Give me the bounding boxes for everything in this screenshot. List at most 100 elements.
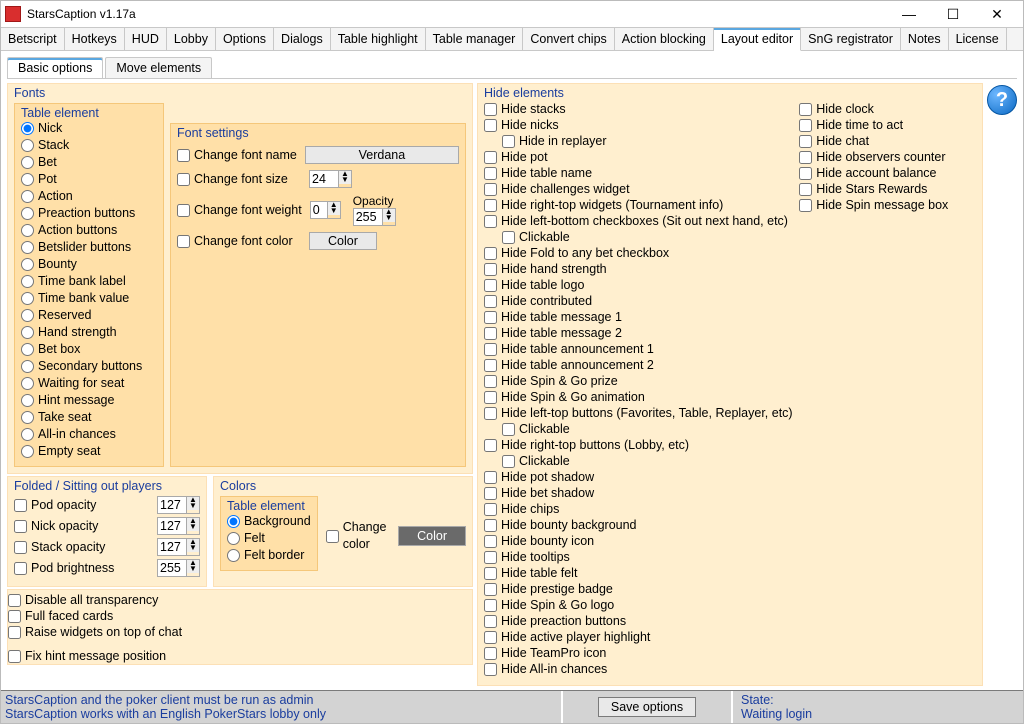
- hide-check-hide-spin-message-box[interactable]: Hide Spin message box: [799, 197, 976, 213]
- hide-check-hide-spin-go-animation[interactable]: Hide Spin & Go animation: [484, 389, 793, 405]
- table-element-radio-secondary-buttons[interactable]: Secondary buttons: [21, 358, 157, 375]
- table-element-radio-betslider-buttons[interactable]: Betslider buttons: [21, 239, 157, 256]
- hide-check-hide-right-top-widgets-tournament-info-[interactable]: Hide right-top widgets (Tournament info): [484, 197, 793, 213]
- main-tab-license[interactable]: License: [949, 28, 1007, 50]
- hide-check-hide-all-in-chances[interactable]: Hide All-in chances: [484, 661, 793, 677]
- hide-check-clickable[interactable]: Clickable: [502, 453, 793, 469]
- color-element-radio-felt[interactable]: Felt: [227, 530, 311, 547]
- hide-check-hide-bounty-background[interactable]: Hide bounty background: [484, 517, 793, 533]
- main-tab-table-highlight[interactable]: Table highlight: [331, 28, 426, 50]
- hide-check-hide-table-announcement-2[interactable]: Hide table announcement 2: [484, 357, 793, 373]
- minimize-button[interactable]: —: [887, 1, 931, 27]
- table-element-radio-action-buttons[interactable]: Action buttons: [21, 222, 157, 239]
- table-element-radio-take-seat[interactable]: Take seat: [21, 409, 157, 426]
- hide-check-hide-spin-go-prize[interactable]: Hide Spin & Go prize: [484, 373, 793, 389]
- main-tab-hud[interactable]: HUD: [125, 28, 167, 50]
- sub-tab-basic-options[interactable]: Basic options: [7, 57, 103, 78]
- stack-opacity-spin[interactable]: ▲▼: [157, 538, 200, 556]
- hide-check-hide-fold-to-any-bet-checkbox[interactable]: Hide Fold to any bet checkbox: [484, 245, 793, 261]
- hide-check-hide-prestige-badge[interactable]: Hide prestige badge: [484, 581, 793, 597]
- main-tab-betscript[interactable]: Betscript: [1, 28, 65, 50]
- hide-check-hide-hand-strength[interactable]: Hide hand strength: [484, 261, 793, 277]
- font-size-spin[interactable]: ▲▼: [309, 170, 352, 188]
- font-weight-spin[interactable]: ▲▼: [310, 201, 341, 219]
- main-tab-options[interactable]: Options: [216, 28, 274, 50]
- main-tab-lobby[interactable]: Lobby: [167, 28, 216, 50]
- hide-check-hide-nicks[interactable]: Hide nicks: [484, 117, 793, 133]
- stack-opacity-check[interactable]: Stack opacity: [14, 540, 105, 554]
- hide-check-hide-left-bottom-checkboxes-sit-out-next-hand-etc-[interactable]: Hide left-bottom checkboxes (Sit out nex…: [484, 213, 793, 229]
- hide-check-hide-account-balance[interactable]: Hide account balance: [799, 165, 976, 181]
- full-faced-check[interactable]: Full faced cards: [8, 608, 472, 624]
- change-font-name-check[interactable]: Change font name: [177, 147, 297, 164]
- table-element-radio-bet-box[interactable]: Bet box: [21, 341, 157, 358]
- table-element-radio-time-bank-label[interactable]: Time bank label: [21, 273, 157, 290]
- hide-check-hide-contributed[interactable]: Hide contributed: [484, 293, 793, 309]
- hide-check-hide-clock[interactable]: Hide clock: [799, 101, 976, 117]
- main-tab-action-blocking[interactable]: Action blocking: [615, 28, 714, 50]
- pod-opacity-check[interactable]: Pod opacity: [14, 498, 96, 512]
- pod-opacity-spin[interactable]: ▲▼: [157, 496, 200, 514]
- hide-check-hide-bet-shadow[interactable]: Hide bet shadow: [484, 485, 793, 501]
- main-tab-hotkeys[interactable]: Hotkeys: [65, 28, 125, 50]
- hide-check-hide-chat[interactable]: Hide chat: [799, 133, 976, 149]
- color-element-radio-background[interactable]: Background: [227, 513, 311, 530]
- hide-check-hide-stacks[interactable]: Hide stacks: [484, 101, 793, 117]
- hide-check-hide-chips[interactable]: Hide chips: [484, 501, 793, 517]
- hide-check-hide-bounty-icon[interactable]: Hide bounty icon: [484, 533, 793, 549]
- table-element-radio-bounty[interactable]: Bounty: [21, 256, 157, 273]
- main-tab-table-manager[interactable]: Table manager: [426, 28, 524, 50]
- hide-check-hide-pot-shadow[interactable]: Hide pot shadow: [484, 469, 793, 485]
- hide-check-hide-pot[interactable]: Hide pot: [484, 149, 793, 165]
- table-element-radio-stack[interactable]: Stack: [21, 137, 157, 154]
- maximize-button[interactable]: ☐: [931, 1, 975, 27]
- hide-check-hide-right-top-buttons-lobby-etc-[interactable]: Hide right-top buttons (Lobby, etc): [484, 437, 793, 453]
- opacity-spin[interactable]: ▲▼: [353, 208, 396, 226]
- table-element-radio-all-in-chances[interactable]: All-in chances: [21, 426, 157, 443]
- main-tab-convert-chips[interactable]: Convert chips: [523, 28, 614, 50]
- table-element-radio-preaction-buttons[interactable]: Preaction buttons: [21, 205, 157, 222]
- pod-brightness-spin[interactable]: ▲▼: [157, 559, 200, 577]
- table-element-radio-empty-seat[interactable]: Empty seat: [21, 443, 157, 460]
- hide-check-hide-table-announcement-1[interactable]: Hide table announcement 1: [484, 341, 793, 357]
- raise-widgets-check[interactable]: Raise widgets on top of chat: [8, 624, 472, 640]
- save-options-button[interactable]: Save options: [598, 697, 696, 717]
- hide-check-hide-table-name[interactable]: Hide table name: [484, 165, 793, 181]
- hide-check-clickable[interactable]: Clickable: [502, 229, 793, 245]
- hide-check-hide-in-replayer[interactable]: Hide in replayer: [502, 133, 793, 149]
- hide-check-hide-left-top-buttons-favorites-table-replayer-etc-[interactable]: Hide left-top buttons (Favorites, Table,…: [484, 405, 793, 421]
- hide-check-hide-observers-counter[interactable]: Hide observers counter: [799, 149, 976, 165]
- main-tab-notes[interactable]: Notes: [901, 28, 949, 50]
- main-tab-layout-editor[interactable]: Layout editor: [714, 28, 801, 51]
- hide-check-hide-time-to-act[interactable]: Hide time to act: [799, 117, 976, 133]
- table-element-radio-pot[interactable]: Pot: [21, 171, 157, 188]
- hide-check-hide-preaction-buttons[interactable]: Hide preaction buttons: [484, 613, 793, 629]
- main-tab-dialogs[interactable]: Dialogs: [274, 28, 331, 50]
- hide-check-hide-table-message-1[interactable]: Hide table message 1: [484, 309, 793, 325]
- table-element-radio-time-bank-value[interactable]: Time bank value: [21, 290, 157, 307]
- nick-opacity-check[interactable]: Nick opacity: [14, 519, 98, 533]
- change-font-size-check[interactable]: Change font size: [177, 171, 301, 188]
- font-color-button[interactable]: Color: [309, 232, 377, 250]
- change-color-check[interactable]: Change color: [326, 528, 392, 545]
- sub-tab-move-elements[interactable]: Move elements: [105, 57, 212, 78]
- disable-transparency-check[interactable]: Disable all transparency: [8, 592, 472, 608]
- table-element-radio-bet[interactable]: Bet: [21, 154, 157, 171]
- fix-hint-check[interactable]: Fix hint message position: [8, 648, 472, 664]
- change-font-weight-check[interactable]: Change font weight: [177, 202, 302, 219]
- main-tab-sng-registrator[interactable]: SnG registrator: [801, 28, 901, 50]
- hide-check-hide-stars-rewards[interactable]: Hide Stars Rewards: [799, 181, 976, 197]
- hide-check-hide-spin-go-logo[interactable]: Hide Spin & Go logo: [484, 597, 793, 613]
- table-element-radio-waiting-for-seat[interactable]: Waiting for seat: [21, 375, 157, 392]
- table-element-radio-nick[interactable]: Nick: [21, 120, 157, 137]
- hide-check-hide-active-player-highlight[interactable]: Hide active player highlight: [484, 629, 793, 645]
- change-color-button[interactable]: Color: [398, 526, 466, 546]
- table-element-radio-reserved[interactable]: Reserved: [21, 307, 157, 324]
- table-element-radio-hand-strength[interactable]: Hand strength: [21, 324, 157, 341]
- font-name-button[interactable]: Verdana: [305, 146, 459, 164]
- hide-check-hide-teampro-icon[interactable]: Hide TeamPro icon: [484, 645, 793, 661]
- hide-check-hide-tooltips[interactable]: Hide tooltips: [484, 549, 793, 565]
- hide-check-hide-table-message-2[interactable]: Hide table message 2: [484, 325, 793, 341]
- hide-check-hide-table-felt[interactable]: Hide table felt: [484, 565, 793, 581]
- table-element-radio-hint-message[interactable]: Hint message: [21, 392, 157, 409]
